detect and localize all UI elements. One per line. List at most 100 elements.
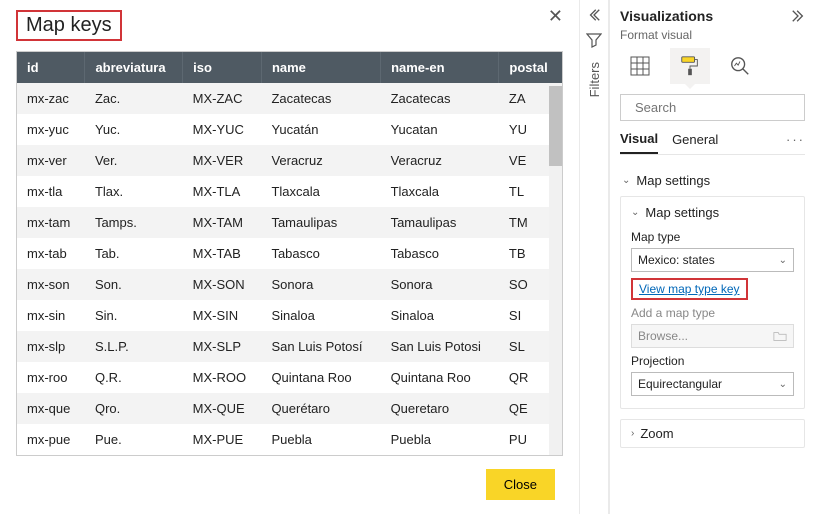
zoom-section[interactable]: › Zoom [620,419,805,448]
table-cell: Tlaxcala [261,176,380,207]
table-cell: Veracruz [381,145,499,176]
table-row[interactable]: mx-tlaTlax.MX-TLATlaxcalaTlaxcalaTL [17,176,562,207]
paint-roller-icon [679,55,701,77]
table-cell: MX-VER [183,145,262,176]
table-cell: Veracruz [261,145,380,176]
visualizations-pane: Visualizations Format visual Visual Gene… [609,0,815,514]
col-name-en[interactable]: name-en [381,52,499,83]
close-icon[interactable]: ✕ [548,6,563,27]
table-cell: MX-SON [183,269,262,300]
table-cell: Yucatan [381,114,499,145]
table-cell: Sonora [381,269,499,300]
folder-icon [773,330,787,342]
table-cell: Son. [85,269,183,300]
view-map-type-key-link[interactable]: View map type key [631,278,748,300]
table-cell: Tabasco [381,238,499,269]
table-cell: MX-TAB [183,238,262,269]
table-row[interactable]: mx-yucYuc.MX-YUCYucatánYucatanYU [17,114,562,145]
chevron-left-icon[interactable] [587,8,601,22]
table-row[interactable]: mx-tamTamps.MX-TAMTamaulipasTamaulipasTM [17,207,562,238]
table-cell: S.L.P. [85,331,183,362]
table-row[interactable]: mx-tabTab.MX-TABTabascoTabascoTB [17,238,562,269]
table-cell: Zac. [85,83,183,114]
table-cell: Tab. [85,238,183,269]
table-row[interactable]: mx-verVer.MX-VERVeracruzVeracruzVE [17,145,562,176]
table-cell: MX-QUE [183,393,262,424]
table-cell: Queretaro [381,393,499,424]
table-cell: San Luis Potosí [261,331,380,362]
table-cell: MX-TAM [183,207,262,238]
table-cell: mx-zac [17,83,85,114]
tab-visual[interactable]: Visual [620,131,658,154]
table-cell: Puebla [261,424,380,455]
projection-select[interactable]: Equirectangular ⌄ [631,372,794,396]
table-row[interactable]: mx-sonSon.MX-SONSonoraSonoraSO [17,269,562,300]
more-options-icon[interactable]: ··· [786,132,805,153]
format-tabs [620,48,805,84]
table-cell: Qro. [85,393,183,424]
map-type-select[interactable]: Mexico: states ⌄ [631,248,794,272]
table-cell: mx-ver [17,145,85,176]
table-cell: Zacatecas [261,83,380,114]
table-cell: San Luis Potosi [381,331,499,362]
format-visual-tab[interactable] [670,48,710,84]
table-cell: mx-tab [17,238,85,269]
table-cell: Tabasco [261,238,380,269]
search-box[interactable] [620,94,805,121]
map-keys-table: id abreviatura iso name name-en postal m… [16,51,563,456]
table-cell: MX-SLP [183,331,262,362]
table-row[interactable]: mx-zacZac.MX-ZACZacatecasZacatecasZA [17,83,562,114]
projection-label: Projection [631,354,794,368]
table-cell: Quintana Roo [381,362,499,393]
chevron-down-icon: ⌄ [631,207,639,218]
table-cell: Yucatán [261,114,380,145]
table-cell: Ver. [85,145,183,176]
visualizations-title: Visualizations [620,8,713,24]
chevron-down-icon: ⌄ [779,255,787,266]
map-settings-section[interactable]: ⌄ Map settings [620,165,805,196]
table-row[interactable]: mx-slpS.L.P.MX-SLPSan Luis PotosíSan Lui… [17,331,562,362]
filter-icon [586,32,602,48]
col-id[interactable]: id [17,52,85,83]
table-cell: mx-yuc [17,114,85,145]
table-cell: Tamaulipas [381,207,499,238]
table-row[interactable]: mx-sinSin.MX-SINSinaloaSinaloaSI [17,300,562,331]
filters-rail[interactable]: Filters [579,0,609,514]
table-cell: Yuc. [85,114,183,145]
grid-icon [630,56,650,76]
col-abreviatura[interactable]: abreviatura [85,52,183,83]
table-cell: Tamaulipas [261,207,380,238]
chevron-down-icon: ⌄ [622,175,630,186]
table-row[interactable]: mx-puePue.MX-PUEPueblaPueblaPU [17,424,562,455]
map-settings-subsection[interactable]: ⌄ Map settings [631,205,794,224]
analytics-tab[interactable] [720,48,760,84]
format-visual-label: Format visual [620,28,805,42]
table-row[interactable]: mx-queQro.MX-QUEQuerétaroQueretaroQE [17,393,562,424]
table-cell: MX-SIN [183,300,262,331]
table-cell: MX-YUC [183,114,262,145]
table-cell: Sonora [261,269,380,300]
add-map-type-label: Add a map type [631,306,794,320]
search-input[interactable] [633,99,813,116]
table-row[interactable]: mx-rooQ.R.MX-ROOQuintana RooQuintana Roo… [17,362,562,393]
table-cell: Pue. [85,424,183,455]
col-name[interactable]: name [261,52,380,83]
table-cell: mx-tam [17,207,85,238]
table-cell: Querétaro [261,393,380,424]
magnifier-chart-icon [729,55,751,77]
tab-general[interactable]: General [672,132,718,153]
table-cell: Sinaloa [381,300,499,331]
chevron-right-icon[interactable] [791,9,805,23]
map-keys-modal: ✕ Map keys id abreviatura iso name name-… [0,0,579,514]
build-visual-tab[interactable] [620,48,660,84]
scrollbar-thumb[interactable] [549,86,562,166]
close-button[interactable]: Close [486,469,555,500]
table-cell: mx-pue [17,424,85,455]
col-iso[interactable]: iso [183,52,262,83]
scrollbar[interactable] [549,86,562,455]
col-postal[interactable]: postal [499,52,562,83]
section-title: Map settings [636,173,710,188]
table-header-row: id abreviatura iso name name-en postal [17,52,562,83]
filters-label: Filters [587,62,602,97]
browse-input[interactable]: Browse... [631,324,794,348]
